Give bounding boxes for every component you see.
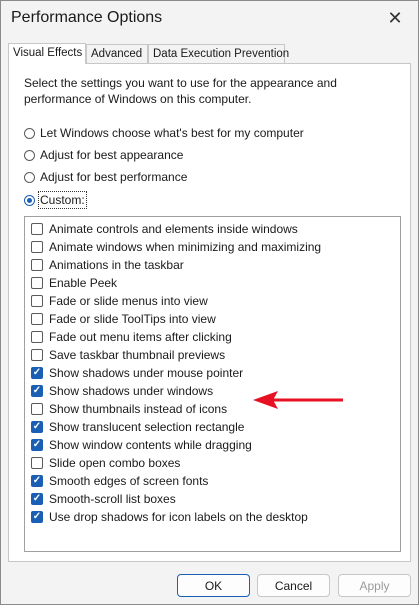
- radio-best-appearance[interactable]: Adjust for best appearance: [24, 146, 183, 164]
- checkbox[interactable]: [31, 421, 43, 433]
- effect-item[interactable]: Slide open combo boxes: [31, 454, 180, 472]
- visual-effects-panel: Select the settings you want to use for …: [8, 63, 411, 562]
- effect-item[interactable]: Show shadows under windows: [31, 382, 213, 400]
- checkbox[interactable]: [31, 385, 43, 397]
- effect-label: Animate windows when minimizing and maxi…: [49, 240, 322, 254]
- radio-best-performance[interactable]: Adjust for best performance: [24, 168, 187, 186]
- checkbox[interactable]: [31, 367, 43, 379]
- effect-item[interactable]: Animate windows when minimizing and maxi…: [31, 238, 321, 256]
- radio-label: Custom:: [38, 191, 87, 209]
- apply-button[interactable]: Apply: [338, 574, 411, 597]
- checkbox[interactable]: [31, 277, 43, 289]
- checkbox[interactable]: [31, 511, 43, 523]
- checkbox[interactable]: [31, 331, 43, 343]
- cancel-button[interactable]: Cancel: [257, 574, 330, 597]
- radio-label: Let Windows choose what's best for my co…: [40, 126, 304, 140]
- checkbox[interactable]: [31, 493, 43, 505]
- effect-item[interactable]: Show window contents while dragging: [31, 436, 252, 454]
- effect-label: Animate controls and elements inside win…: [49, 222, 298, 236]
- effect-item[interactable]: Fade or slide ToolTips into view: [31, 310, 216, 328]
- radio-button[interactable]: [24, 194, 35, 206]
- effect-item[interactable]: Save taskbar thumbnail previews: [31, 346, 225, 364]
- effect-item[interactable]: Enable Peek: [31, 274, 117, 292]
- radio-label: Adjust for best performance: [40, 170, 188, 184]
- effect-item[interactable]: Use drop shadows for icon labels on the …: [31, 508, 308, 526]
- effect-item[interactable]: Fade out menu items after clicking: [31, 328, 232, 346]
- radio-let-windows-choose[interactable]: Let Windows choose what's best for my co…: [24, 124, 304, 142]
- checkbox[interactable]: [31, 403, 43, 415]
- effect-label: Show shadows under windows: [49, 384, 214, 398]
- effect-label: Slide open combo boxes: [49, 456, 181, 470]
- checkbox[interactable]: [31, 259, 43, 271]
- ok-button[interactable]: OK: [177, 574, 250, 597]
- effect-label: Smooth-scroll list boxes: [49, 492, 176, 506]
- checkbox[interactable]: [31, 313, 43, 325]
- effect-label: Show window contents while dragging: [49, 438, 252, 452]
- checkbox[interactable]: [31, 241, 43, 253]
- checkbox[interactable]: [31, 475, 43, 487]
- effect-item[interactable]: Fade or slide menus into view: [31, 292, 208, 310]
- effect-label: Save taskbar thumbnail previews: [49, 348, 226, 362]
- description-text: Select the settings you want to use for …: [24, 76, 337, 106]
- effect-label: Enable Peek: [49, 276, 118, 290]
- performance-options-window: Performance Options ✕ Visual Effects Adv…: [0, 0, 419, 605]
- effect-item[interactable]: Show shadows under mouse pointer: [31, 364, 243, 382]
- window-title: Performance Options: [11, 9, 163, 26]
- radio-button[interactable]: [24, 127, 35, 139]
- checkbox[interactable]: [31, 457, 43, 469]
- effect-item[interactable]: Show thumbnails instead of icons: [31, 400, 227, 418]
- title-bar: Performance Options ✕: [1, 1, 418, 35]
- radio-button[interactable]: [24, 149, 35, 161]
- visual-effects-list[interactable]: Animate controls and elements inside win…: [24, 216, 401, 552]
- effect-item[interactable]: Smooth edges of screen fonts: [31, 472, 208, 490]
- tab-data-execution-prevention[interactable]: Data Execution Prevention: [148, 44, 289, 63]
- checkbox[interactable]: [31, 223, 43, 235]
- effect-label: Fade or slide menus into view: [49, 294, 208, 308]
- checkbox[interactable]: [31, 295, 43, 307]
- effect-label: Show translucent selection rectangle: [49, 420, 245, 434]
- radio-custom[interactable]: Custom:: [24, 191, 87, 209]
- effect-item[interactable]: Animate controls and elements inside win…: [31, 220, 298, 238]
- checkbox[interactable]: [31, 349, 43, 361]
- effect-label: Show shadows under mouse pointer: [49, 366, 244, 380]
- tab-visual-effects[interactable]: Visual Effects: [8, 43, 86, 64]
- effect-label: Animations in the taskbar: [49, 258, 184, 272]
- effect-label: Show thumbnails instead of icons: [49, 402, 228, 416]
- effect-item[interactable]: Smooth-scroll list boxes: [31, 490, 176, 508]
- close-icon: ✕: [387, 7, 403, 28]
- effect-label: Smooth edges of screen fonts: [49, 474, 209, 488]
- effect-label: Use drop shadows for icon labels on the …: [49, 510, 308, 524]
- effect-item[interactable]: Show translucent selection rectangle: [31, 418, 244, 436]
- effect-label: Fade out menu items after clicking: [49, 330, 232, 344]
- close-button[interactable]: ✕: [372, 1, 418, 35]
- effect-label: Fade or slide ToolTips into view: [49, 312, 216, 326]
- red-arrow-icon: [253, 391, 343, 409]
- tab-advanced[interactable]: Advanced: [86, 44, 148, 63]
- effect-item[interactable]: Animations in the taskbar: [31, 256, 184, 274]
- radio-button[interactable]: [24, 171, 35, 183]
- checkbox[interactable]: [31, 439, 43, 451]
- radio-label: Adjust for best appearance: [40, 148, 184, 162]
